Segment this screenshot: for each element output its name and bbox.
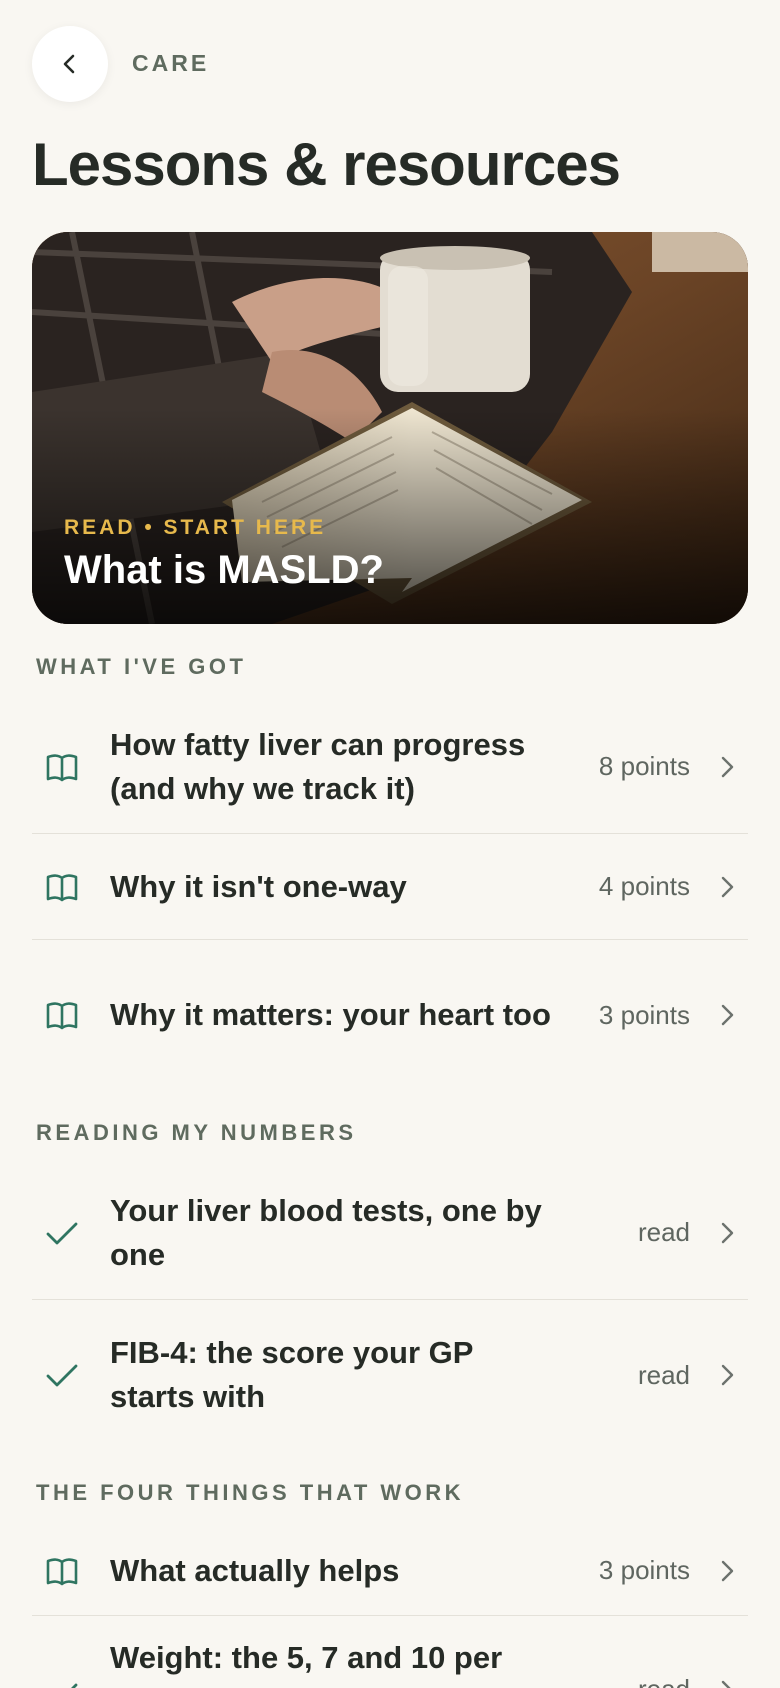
- chevron-right-icon: [718, 1002, 748, 1028]
- hero-kicker: READ • START HERE: [64, 516, 327, 539]
- lesson-title: Your liver blood tests, one by one: [110, 1192, 542, 1272]
- lesson-title: FIB-4: the score your GP starts with: [110, 1335, 473, 1414]
- lesson-status: read: [637, 1359, 690, 1390]
- list-item[interactable]: Your liver blood tests, one by one read: [32, 1166, 748, 1300]
- section-label-reading-my-numbers: READING MY NUMBERS: [36, 1120, 357, 1145]
- check-icon: [32, 1215, 94, 1251]
- book-icon: [32, 749, 94, 785]
- lesson-status: read: [637, 1217, 690, 1247]
- back-button[interactable]: [32, 26, 108, 102]
- book-icon: [32, 869, 94, 905]
- lesson-title: Why it isn't one-way: [110, 868, 407, 904]
- chevron-right-icon: [718, 1220, 748, 1246]
- check-icon: [32, 1357, 94, 1393]
- chevron-right-icon: [718, 1558, 748, 1584]
- section-label-four-things: THE FOUR THINGS THAT WORK: [36, 1480, 465, 1505]
- list-item[interactable]: How fatty liver can progress (and why we…: [32, 700, 748, 834]
- lesson-title: What actually helps: [110, 1552, 400, 1588]
- lesson-points: 4 points: [598, 871, 690, 901]
- list-item[interactable]: Weight: the 5, 7 and 10 per read: [32, 1630, 748, 1688]
- chevron-right-icon: [718, 754, 748, 780]
- book-icon: [32, 997, 94, 1033]
- lesson-points: 8 points: [598, 751, 690, 781]
- lessons-screen: CARE Lessons & resources READ • START HE…: [0, 0, 780, 1688]
- chevron-left-icon: [63, 54, 75, 74]
- lesson-title: Why it matters: your heart too: [110, 997, 551, 1032]
- chevron-right-icon: [718, 874, 748, 900]
- lesson-title: Weight: the 5, 7 and 10 per: [110, 1640, 503, 1675]
- lesson-status: read: [564, 1630, 718, 1688]
- list-item[interactable]: Why it matters: your heart too 3 points: [32, 940, 748, 1090]
- hero-title: What is MASLD?: [64, 548, 384, 592]
- list-item[interactable]: What actually helps 3 points: [32, 1526, 748, 1616]
- lesson-points: 3 points: [598, 1555, 690, 1585]
- chevron-right-icon: [718, 1630, 748, 1688]
- lesson-title: How fatty liver can progress (and why we…: [110, 726, 526, 806]
- section-label-what-ive-got: WHAT I'VE GOT: [36, 654, 247, 679]
- breadcrumb[interactable]: CARE: [132, 50, 209, 77]
- book-icon: [32, 1553, 94, 1589]
- lesson-points: 3 points: [598, 999, 690, 1030]
- list-item[interactable]: FIB-4: the score your GP starts with rea…: [32, 1300, 748, 1450]
- list-item[interactable]: Why it isn't one-way 4 points: [32, 834, 748, 940]
- featured-lesson-card[interactable]: READ • START HERE What is MASLD?: [32, 232, 748, 624]
- check-icon: [32, 1630, 94, 1688]
- page-title: Lessons & resources: [32, 131, 621, 198]
- chevron-right-icon: [718, 1362, 748, 1388]
